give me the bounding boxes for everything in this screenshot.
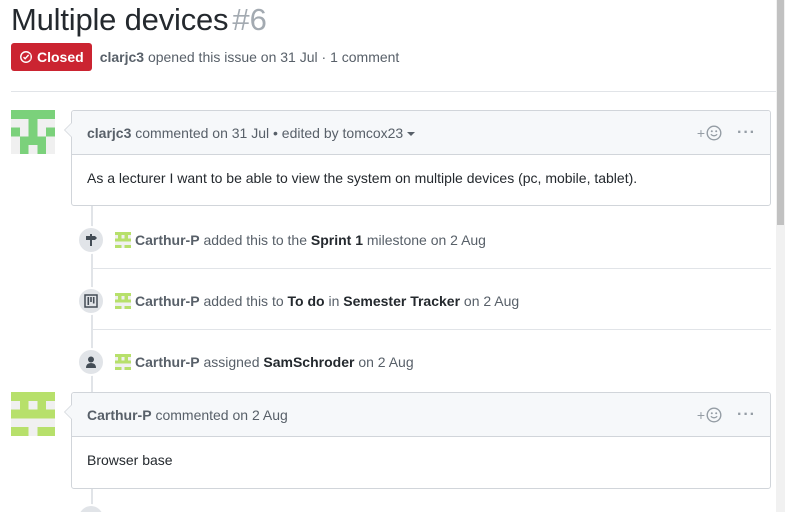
avatar[interactable]: [115, 232, 131, 248]
avatar[interactable]: [11, 392, 55, 436]
comment-header: clarjc3 commented on 31 Jul • edited by …: [72, 111, 770, 155]
person-icon: [77, 348, 105, 376]
header-divider: [11, 91, 776, 92]
scrollbar[interactable]: [776, 0, 785, 512]
event-divider: [91, 329, 771, 330]
event-connector: in: [328, 293, 340, 309]
issue-author-link[interactable]: clarjc3: [100, 49, 144, 65]
issue-meta: Closed clarjc3 opened this issue on 31 J…: [11, 43, 399, 71]
timeline-event: Carthur-P added this to the Sprint 1 mil…: [77, 224, 486, 256]
timeline-event: Carthur-P added this to To do in Semeste…: [77, 285, 519, 317]
issue-opened-text: opened this issue on 31 Jul · 1 comment: [147, 49, 400, 65]
event-text: Carthur-P assigned SamSchroder on 2 Aug: [135, 354, 414, 370]
assignee-link[interactable]: SamSchroder: [263, 354, 354, 370]
event-actor-link[interactable]: Carthur-P: [135, 354, 200, 370]
edited-by-text: • edited by tomcox23: [273, 124, 404, 141]
event-action: added this to the: [203, 232, 307, 248]
event-text: Carthur-P added this to the Sprint 1 mil…: [135, 232, 486, 248]
comment-author-link[interactable]: Carthur-P: [87, 407, 152, 423]
avatar[interactable]: [115, 354, 131, 370]
scrollbar-thumb[interactable]: [777, 0, 784, 225]
avatar[interactable]: [115, 293, 131, 309]
comment-action: commented on 31 Jul: [135, 124, 270, 141]
event-text: Carthur-P added this to To do in Semeste…: [135, 293, 519, 309]
comment: Carthur-P commented on 2 Aug + ··· Brows…: [64, 392, 771, 489]
add-reaction-button[interactable]: +: [697, 125, 722, 141]
issue-title: Multiple devices: [11, 2, 229, 37]
comment-author-link[interactable]: clarjc3: [87, 125, 131, 141]
comment-actions: + ···: [697, 393, 756, 437]
issue-number: #6: [232, 2, 267, 37]
event-action: added this to: [203, 293, 284, 309]
project-link[interactable]: Semester Tracker: [343, 293, 460, 309]
comment-action: commented on 2 Aug: [155, 406, 288, 423]
comment-actions: + ···: [697, 111, 756, 155]
event-suffix: milestone on 2 Aug: [366, 232, 486, 248]
comment-body: As a lecturer I want to be able to view …: [87, 170, 638, 186]
comment-header: Carthur-P commented on 2 Aug + ···: [72, 393, 770, 437]
project-icon: [77, 287, 105, 315]
timeline-event: Carthur-P assigned SamSchroder on 2 Aug: [77, 346, 414, 378]
issue-title-row: Multiple devices #6: [11, 2, 267, 38]
comment-body: Browser base: [87, 452, 173, 468]
smiley-icon: [706, 125, 722, 141]
comment-menu-button[interactable]: ···: [737, 124, 756, 142]
issue-closed-icon: [20, 51, 32, 63]
chevron-down-icon: [407, 131, 416, 136]
project-column-link[interactable]: To do: [288, 293, 325, 309]
milestone-icon: [77, 226, 105, 254]
state-label: Closed: [37, 49, 84, 65]
comment-menu-button[interactable]: ···: [737, 406, 756, 424]
event-actor-link[interactable]: Carthur-P: [135, 232, 200, 248]
state-badge: Closed: [11, 43, 92, 71]
event-action: assigned: [203, 354, 260, 370]
event-suffix: on 2 Aug: [358, 354, 414, 370]
event-divider: [91, 268, 771, 269]
plus-icon: +: [696, 407, 706, 423]
comment: clarjc3 commented on 31 Jul • edited by …: [64, 110, 771, 206]
avatar[interactable]: [11, 110, 55, 154]
event-suffix: on 2 Aug: [463, 293, 520, 309]
smiley-icon: [706, 407, 722, 423]
milestone-link[interactable]: Sprint 1: [311, 232, 363, 248]
edited-by-dropdown[interactable]: • edited by tomcox23: [273, 124, 416, 141]
timeline-badge: [77, 504, 105, 512]
event-actor-link[interactable]: Carthur-P: [135, 293, 200, 309]
add-reaction-button[interactable]: +: [697, 407, 722, 423]
issue-opened-info: clarjc3 opened this issue on 31 Jul · 1 …: [100, 49, 400, 65]
plus-icon: +: [696, 125, 706, 141]
